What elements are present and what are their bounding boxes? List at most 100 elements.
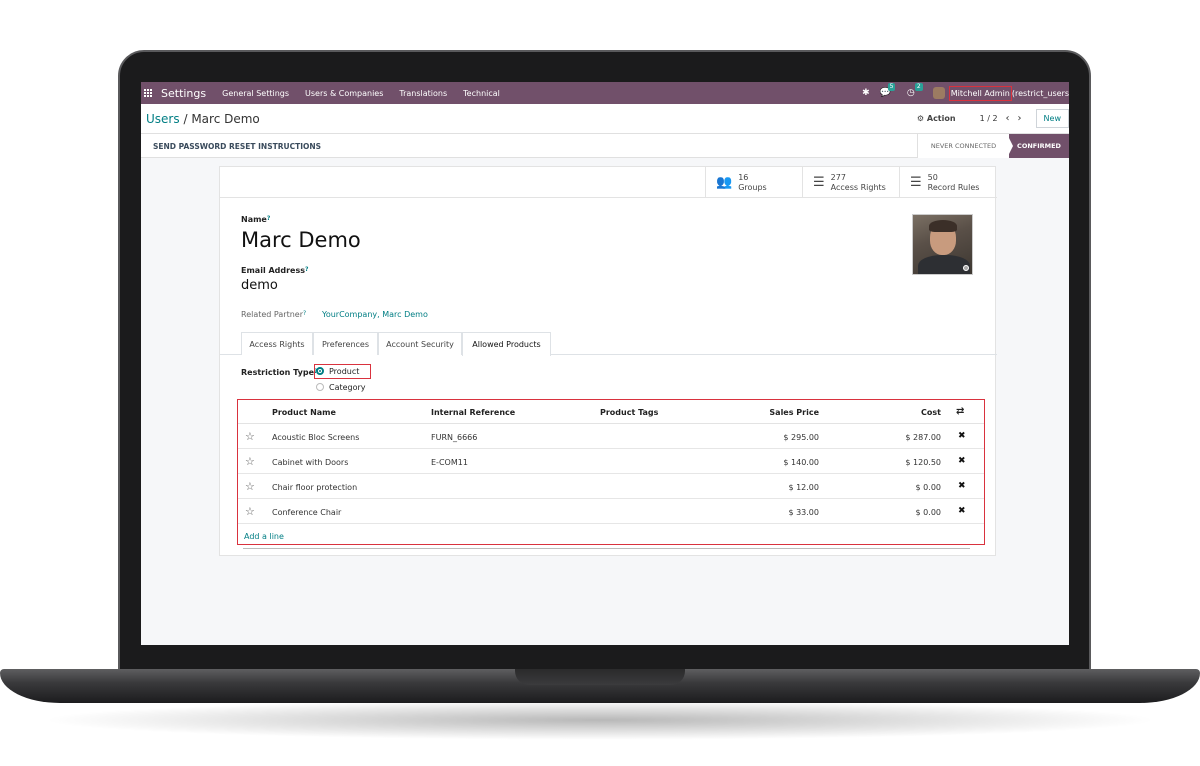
menu-users-companies[interactable]: Users & Companies	[305, 89, 383, 98]
tab-preferences[interactable]: Preferences	[313, 332, 378, 355]
pager-value[interactable]: 1 / 2	[980, 114, 998, 123]
menu-general-settings[interactable]: General Settings	[222, 89, 289, 98]
related-partner-label: Related Partner?	[241, 310, 307, 319]
star-icon[interactable]: ☆	[245, 430, 255, 443]
chevron-left-icon[interactable]: ‹	[1006, 113, 1010, 124]
user-database: (restrict_users	[1011, 88, 1069, 98]
col-cost[interactable]: Cost	[921, 408, 941, 417]
clock-icon[interactable]: ◷ 2	[907, 83, 923, 98]
apps-icon[interactable]	[144, 88, 153, 98]
name-field[interactable]: Marc Demo	[241, 228, 361, 252]
name-label: Name?	[241, 215, 271, 224]
cost: $ 0.00	[915, 483, 941, 492]
groups-count: 16	[738, 172, 749, 182]
col-product-name[interactable]: Product Name	[272, 408, 336, 417]
send-reset-button[interactable]: SEND PASSWORD RESET INSTRUCTIONS	[153, 142, 321, 151]
laptop-notch	[515, 669, 685, 685]
menu-translations[interactable]: Translations	[399, 89, 447, 98]
new-button[interactable]: New	[1035, 109, 1069, 128]
col-sales-price[interactable]: Sales Price	[769, 408, 819, 417]
smart-button-box: 👥 16 Groups ☰ 277 Access Rights ☰ 50 Record…	[220, 167, 997, 198]
sales-price: $ 12.00	[788, 483, 819, 492]
star-icon[interactable]: ☆	[245, 480, 255, 493]
cost: $ 120.50	[905, 458, 941, 467]
access-rights-count: 277	[830, 172, 846, 182]
product-name: Conference Chair	[272, 508, 342, 517]
stage-never-connected[interactable]: NEVER CONNECTED	[917, 134, 1009, 158]
radio-category[interactable]	[316, 383, 324, 391]
star-icon[interactable]: ☆	[245, 455, 255, 468]
messages-badge: 5	[887, 83, 896, 91]
col-internal-reference[interactable]: Internal Reference	[431, 408, 515, 417]
record-rules-smart-button[interactable]: ☰ 50 Record Rules	[899, 167, 995, 198]
table-divider	[243, 548, 970, 549]
table-row[interactable]: ☆ Acoustic Bloc Screens FURN_6666 $ 295.…	[238, 424, 984, 449]
chevron-right-icon[interactable]: ›	[1018, 113, 1022, 124]
allowed-products-table: Product Name Internal Reference Product …	[237, 399, 985, 545]
control-panel: Users / Marc Demo ⚙ Action 1 / 2 ‹ › New	[141, 104, 1069, 134]
status-bar: SEND PASSWORD RESET INSTRUCTIONS NEVER C…	[141, 134, 1069, 158]
user-menu[interactable]: Mitchell Admin (restrict_users	[932, 85, 1069, 101]
breadcrumb-separator: /	[183, 112, 188, 126]
groups-smart-button[interactable]: 👥 16 Groups	[705, 167, 802, 198]
tab-account-security[interactable]: Account Security	[378, 332, 462, 355]
email-label: Email Address?	[241, 266, 309, 275]
gear-icon: ⚙	[916, 114, 925, 123]
user-photo[interactable]	[912, 214, 973, 275]
delete-icon[interactable]: ✖	[958, 431, 966, 441]
laptop-shadow	[40, 700, 1160, 740]
breadcrumb: Users / Marc Demo	[146, 112, 260, 126]
cost: $ 287.00	[905, 433, 941, 442]
screen: Settings General Settings Users & Compan…	[141, 82, 1069, 645]
user-name: Mitchell Admin	[948, 85, 1012, 101]
restriction-type-label: Restriction Type?	[241, 368, 318, 377]
delete-icon[interactable]: ✖	[958, 481, 966, 491]
bug-icon[interactable]: ✱	[862, 88, 870, 98]
add-line-link[interactable]: Add a line	[244, 532, 284, 541]
radio-category-label[interactable]: Category	[329, 383, 366, 392]
form-sheet: 👥 16 Groups ☰ 277 Access Rights ☰ 50 Record…	[219, 166, 997, 556]
breadcrumb-current: Marc Demo	[191, 112, 260, 126]
internal-reference: FURN_6666	[431, 433, 478, 442]
delete-icon[interactable]: ✖	[958, 456, 966, 466]
radio-product-label[interactable]: Product	[329, 367, 359, 376]
table-row[interactable]: ☆ Chair floor protection $ 12.00 $ 0.00 …	[238, 474, 984, 499]
pager-area: ⚙ Action 1 / 2 ‹ › New	[917, 109, 1069, 128]
avatar	[932, 87, 945, 99]
col-product-tags[interactable]: Product Tags	[600, 408, 658, 417]
table-row[interactable]: ☆ Cabinet with Doors E-COM11 $ 140.00 $ …	[238, 449, 984, 474]
table-header: Product Name Internal Reference Product …	[238, 400, 984, 424]
menu-technical[interactable]: Technical	[463, 89, 500, 98]
chat-icon[interactable]: 💬 5	[880, 83, 896, 98]
internal-reference: E-COM11	[431, 458, 468, 467]
radio-product[interactable]	[316, 367, 324, 375]
cost: $ 0.00	[915, 508, 941, 517]
record-rules-count: 50	[927, 172, 938, 182]
product-name: Acoustic Bloc Screens	[272, 433, 360, 442]
action-button[interactable]: ⚙ Action	[917, 114, 956, 123]
groups-label: Groups	[738, 182, 767, 192]
topbar-systray: ✱ 💬 5 ◷ 2 Mitchell Admin (restrict_users	[862, 82, 1069, 104]
status-dot	[963, 265, 969, 271]
app-name[interactable]: Settings	[161, 87, 206, 100]
star-icon[interactable]: ☆	[245, 505, 255, 518]
users-icon: 👥	[716, 175, 733, 190]
product-name: Chair floor protection	[272, 483, 358, 492]
tab-access-rights[interactable]: Access Rights	[241, 332, 313, 355]
access-rights-smart-button[interactable]: ☰ 277 Access Rights	[802, 167, 899, 198]
sales-price: $ 33.00	[788, 508, 819, 517]
email-field[interactable]: demo	[241, 278, 278, 293]
action-label: Action	[926, 114, 956, 123]
record-rules-label: Record Rules	[927, 182, 980, 192]
sales-price: $ 140.00	[783, 458, 819, 467]
related-partner-field[interactable]: YourCompany, Marc Demo	[322, 310, 428, 319]
tab-allowed-products[interactable]: Allowed Products	[462, 332, 551, 356]
product-name: Cabinet with Doors	[272, 458, 349, 467]
activities-badge: 2	[914, 83, 923, 91]
breadcrumb-users[interactable]: Users	[146, 112, 180, 126]
stage-confirmed[interactable]: CONFIRMED	[1009, 134, 1069, 158]
settings-toggle-icon[interactable]: ⇄	[956, 406, 964, 417]
delete-icon[interactable]: ✖	[958, 506, 966, 516]
list-icon: ☰	[813, 175, 825, 190]
table-row[interactable]: ☆ Conference Chair $ 33.00 $ 0.00 ✖	[238, 499, 984, 524]
